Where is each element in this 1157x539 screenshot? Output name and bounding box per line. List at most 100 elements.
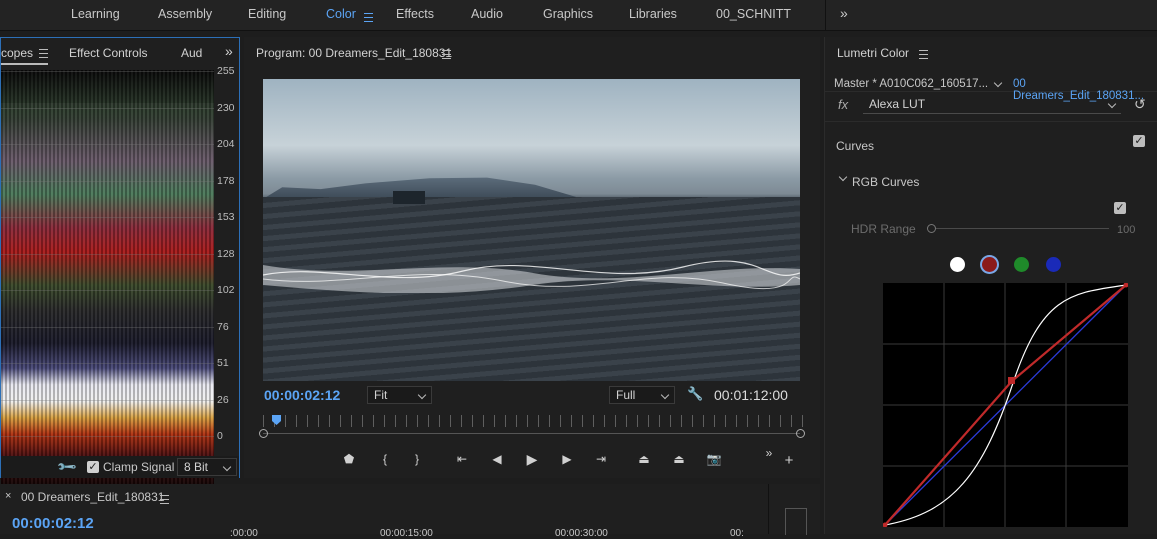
red-curve-point[interactable] (1008, 377, 1015, 384)
program-current-timecode[interactable]: 00:00:02:12 (264, 387, 340, 403)
scope-gridline (1, 253, 214, 255)
mark-in-icon[interactable]: { (377, 451, 393, 467)
master-clip-label[interactable]: Master * A010C062_160517... (834, 78, 988, 90)
audio-meter-icon (785, 508, 807, 535)
channel-green-swatch[interactable] (1014, 257, 1029, 272)
quality-value: Full (616, 388, 636, 402)
channel-blue-swatch[interactable] (1046, 257, 1061, 272)
time-ruler[interactable] (263, 415, 803, 427)
hdr-checkbox[interactable]: ✓ (1114, 202, 1126, 214)
timeline-menu-icon[interactable] (160, 492, 169, 506)
scope-scale-tick: 255 (217, 65, 235, 77)
timeline-current-timecode[interactable]: 00:00:02:12 (12, 515, 94, 532)
lift-icon[interactable]: ⏏ (636, 451, 652, 467)
timeline-divider (768, 484, 769, 534)
close-tab-icon[interactable]: × (5, 490, 11, 502)
overflow-chevron-icon[interactable]: » (840, 5, 848, 21)
channel-luma-swatch[interactable] (950, 257, 965, 272)
scope-scale-tick: 51 (217, 357, 229, 369)
lut-dropdown[interactable]: Alexa LUT (863, 96, 1121, 114)
scope-gridline (1, 180, 214, 182)
scope-gridline (1, 326, 214, 328)
workspace-tab-graphics[interactable]: Graphics (543, 7, 593, 21)
go-to-in-icon[interactable]: ⇤ (454, 451, 470, 467)
workspace-tab-assembly[interactable]: Assembly (158, 7, 212, 21)
program-duration: 00:01:12:00 (714, 387, 788, 403)
lumetri-scopes-panel: copes Effect Controls Aud » 255 230 204 178… (0, 37, 240, 484)
work-area-bar[interactable] (263, 433, 800, 434)
workspace-tab-libraries[interactable]: Libraries (629, 7, 677, 21)
scope-scale-tick: 204 (217, 138, 235, 150)
waveform-scope (1, 70, 214, 484)
export-frame-icon[interactable]: 📷 (706, 451, 722, 467)
lumetri-color-panel: Lumetri Color Master * A010C062_160517..… (824, 37, 1157, 534)
scope-scale-tick: 153 (217, 211, 235, 223)
video-ribbon-graphic (263, 260, 800, 293)
rgb-curves-label[interactable]: RGB Curves (852, 175, 919, 189)
bit-depth-dropdown[interactable]: 8 Bit (177, 458, 237, 476)
workspace-bar: Learning Assembly Editing Color Effects … (0, 0, 1157, 31)
lumetri-menu-icon[interactable] (913, 47, 928, 61)
tab-effect-controls[interactable]: Effect Controls (69, 46, 147, 60)
scope-gridline (1, 144, 214, 145)
rgb-curves-collapse-icon[interactable] (838, 172, 848, 182)
hdr-range-label: HDR Range (851, 222, 916, 236)
lumetri-header: Lumetri Color (825, 37, 1157, 65)
lut-value: Alexa LUT (869, 97, 926, 111)
overflow-chevron-icon[interactable]: » (761, 445, 777, 461)
video-preview[interactable] (263, 79, 800, 381)
hdr-range-slider[interactable] (929, 228, 1109, 229)
hdr-range-value: 100 (1117, 224, 1136, 236)
workspace-tab-learning[interactable]: Learning (71, 7, 120, 21)
button-editor-plus-icon[interactable]: + (781, 453, 797, 469)
program-header: Program: 00 Dreamers_Edit_180831 (244, 37, 820, 65)
go-to-out-icon[interactable]: ⇥ (593, 451, 609, 467)
video-truck (393, 191, 425, 204)
scope-gridline (1, 107, 214, 109)
hdr-range-slider-handle[interactable] (927, 224, 936, 233)
play-icon[interactable]: ▶ (524, 451, 540, 467)
channel-red-swatch[interactable] (982, 257, 997, 272)
panel-overflow-icon[interactable]: » (225, 43, 233, 59)
master-clip-chevron-icon[interactable] (993, 78, 1003, 88)
scope-scale-tick: 230 (217, 101, 235, 114)
extract-icon[interactable]: ⏏ (671, 451, 687, 467)
fx-icon[interactable]: fx (838, 97, 848, 112)
settings-wrench-icon[interactable]: 🔧 (687, 386, 703, 402)
workspace-tab-schnitt[interactable]: 00_SCHNITT (716, 7, 791, 21)
reset-icon[interactable]: ↺ (1134, 96, 1146, 113)
mark-out-icon[interactable]: } (409, 451, 425, 467)
workspace-menu-icon[interactable] (364, 10, 373, 24)
step-forward-icon[interactable]: ▶ (559, 451, 575, 467)
scope-scale-tick: 128 (217, 247, 235, 260)
program-monitor: Program: 00 Dreamers_Edit_180831 00:00:0… (244, 37, 820, 478)
scope-gridline (1, 217, 214, 218)
workspace-tab-editing[interactable]: Editing (248, 7, 286, 21)
curves-section-label[interactable]: Curves (836, 139, 874, 153)
scope-gridline (1, 71, 214, 72)
zoom-dropdown[interactable]: Fit (367, 386, 432, 404)
scope-scale-tick: 178 (217, 174, 235, 187)
workspace-tab-audio[interactable]: Audio (471, 7, 503, 21)
scopes-panel-header: copes Effect Controls Aud » (1, 38, 239, 66)
playback-quality-dropdown[interactable]: Full (609, 386, 675, 404)
wrench-icon[interactable]: 🔧 (56, 456, 79, 479)
rgb-curve-graph[interactable] (882, 282, 1129, 528)
scope-scale-tick: 76 (217, 320, 229, 333)
program-menu-icon[interactable] (442, 47, 451, 61)
timeline-title[interactable]: 00 Dreamers_Edit_180831 (21, 490, 164, 504)
workspace-tab-color[interactable]: Color (326, 7, 356, 21)
scopes-footer: 🔧 ✓ Clamp Signal 8 Bit (1, 456, 239, 478)
in-point-handle[interactable] (259, 429, 268, 438)
step-back-icon[interactable]: ◀ (489, 451, 505, 467)
out-point-handle[interactable] (796, 429, 805, 438)
tab-audio[interactable]: Aud (181, 46, 202, 60)
curves-enable-checkbox[interactable]: ✓ (1133, 135, 1145, 147)
scope-scale-tick: 102 (217, 284, 235, 296)
curve-svg (882, 282, 1129, 528)
add-marker-icon[interactable]: ⬟ (341, 451, 357, 467)
tab-scopes[interactable]: copes (1, 46, 49, 65)
topbar-divider (825, 0, 826, 30)
workspace-tab-effects[interactable]: Effects (396, 7, 434, 21)
clamp-signal-checkbox[interactable]: ✓ (87, 461, 99, 473)
